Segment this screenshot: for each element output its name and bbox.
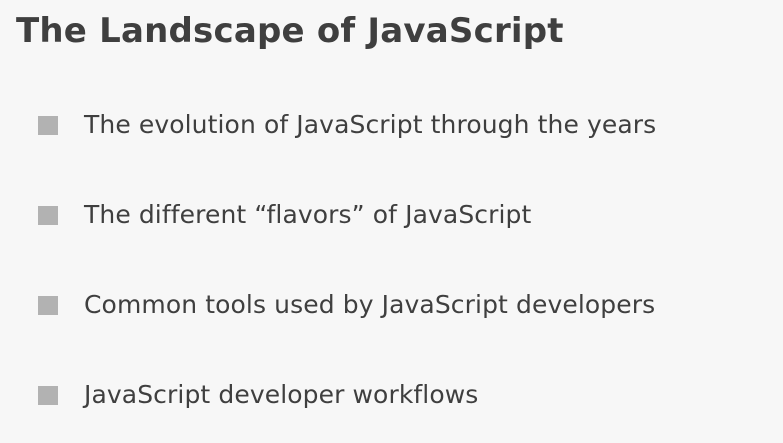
bullet-text: The evolution of JavaScript through the … [84,110,657,139]
bullet-item: The different “flavors” of JavaScript [38,193,656,237]
slide: The Landscape of JavaScript The evolutio… [0,0,783,443]
bullet-text: Common tools used by JavaScript develope… [84,290,656,319]
slide-title: The Landscape of JavaScript [16,11,564,51]
bullet-text: JavaScript developer workflows [84,380,479,409]
bullet-item: The evolution of JavaScript through the … [38,103,656,147]
square-bullet-icon [38,295,58,315]
square-bullet-icon [38,115,58,135]
square-bullet-icon [38,385,58,405]
square-bullet-icon [38,205,58,225]
bullet-item: JavaScript developer workflows [38,373,656,417]
bullet-text: The different “flavors” of JavaScript [84,200,532,229]
bullet-item: Common tools used by JavaScript develope… [38,283,656,327]
bullet-list: The evolution of JavaScript through the … [38,103,656,417]
